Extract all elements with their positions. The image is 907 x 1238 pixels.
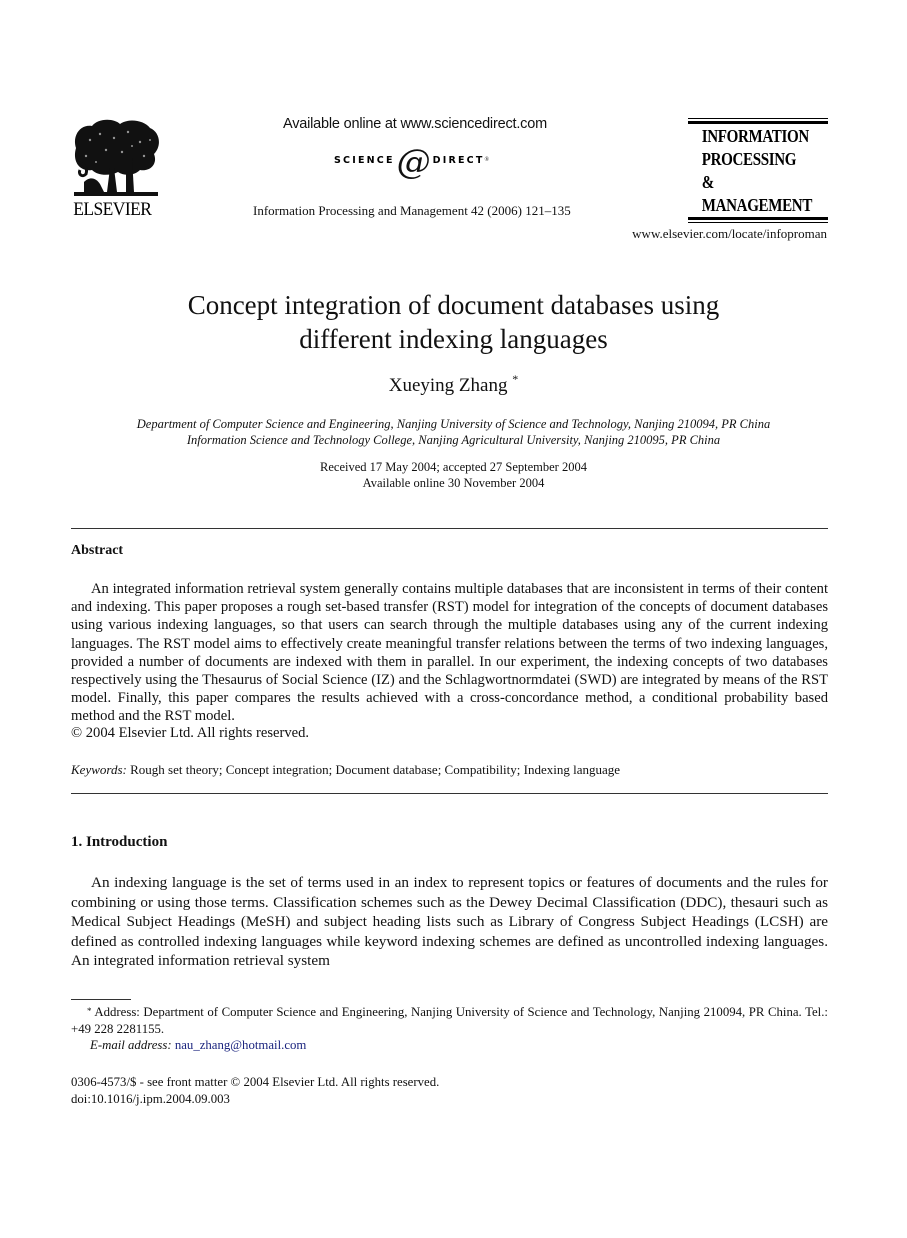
journal-logo-line: MANAGEMENT (701, 195, 813, 215)
affiliations: Department of Computer Science and Engin… (0, 416, 907, 448)
journal-logo-line: PROCESSING (701, 149, 797, 169)
journal-logo-line: & (701, 172, 715, 192)
sciencedirect-logo: SCIENCE @ DIRECT ® (334, 142, 490, 182)
footnote-divider (71, 999, 131, 1000)
online-date: Available online 30 November 2004 (362, 476, 545, 490)
journal-logo-line: INFORMATION (701, 126, 809, 146)
article-dates: Received 17 May 2004; accepted 27 Septem… (0, 459, 907, 491)
journal-citation: Information Processing and Management 42… (253, 203, 571, 218)
footnote-address: Address: Department of Computer Science … (71, 1005, 828, 1036)
footnote-marker: * (87, 1006, 92, 1016)
journal-logo: INFORMATION PROCESSING & MANAGEMENT (688, 118, 828, 223)
sciencedirect-at-icon: @ (396, 142, 431, 182)
title-line-2: different indexing languages (299, 324, 608, 354)
abstract-heading: Abstract (71, 543, 124, 558)
author-footnote: * Address: Department of Computer Scienc… (71, 1004, 828, 1038)
email-line: E-mail address: nau_zhang@hotmail.com (90, 1038, 306, 1053)
paper-title: Concept integration of document database… (0, 288, 907, 356)
email-link[interactable]: nau_zhang@hotmail.com (175, 1038, 307, 1052)
divider (71, 793, 828, 794)
introduction-heading: 1. Introduction (71, 834, 168, 850)
elsevier-wordmark: ELSEVIER (73, 199, 152, 220)
keywords: Keywords: Rough set theory; Concept inte… (71, 762, 620, 778)
author-footnote-marker[interactable]: * (512, 372, 518, 386)
journal-logo-rule-bottom (688, 217, 828, 223)
divider (71, 528, 828, 529)
available-online-text: Available online at www.sciencedirect.co… (283, 116, 547, 132)
title-line-1: Concept integration of document database… (187, 290, 720, 320)
received-accepted-date: Received 17 May 2004; accepted 27 Septem… (320, 460, 587, 474)
keywords-label: Keywords: (71, 762, 127, 777)
journal-url-link[interactable]: www.elsevier.com/locate/infoproman (632, 226, 827, 242)
keywords-list: Rough set theory; Concept integration; D… (130, 762, 621, 777)
author: Xueying Zhang * (0, 372, 907, 397)
email-label: E-mail address: (90, 1038, 172, 1052)
author-name: Xueying Zhang (388, 375, 508, 396)
abstract-copyright: © 2004 Elsevier Ltd. All rights reserved… (71, 725, 310, 741)
elsevier-tree-icon (74, 119, 159, 196)
abstract-text: An integrated information retrieval syst… (71, 581, 828, 725)
affiliation: Department of Computer Science and Engin… (136, 417, 771, 431)
sciencedirect-logo-left: SCIENCE (334, 154, 395, 166)
registered-mark: ® (484, 157, 490, 163)
issn-front-matter: 0306-4573/$ - see front matter © 2004 El… (71, 1075, 440, 1089)
elsevier-logo: ELSEVIER (70, 118, 162, 220)
introduction-text: An indexing language is the set of terms… (71, 874, 828, 969)
affiliation: Information Science and Technology Colle… (186, 433, 721, 447)
doi-link[interactable]: doi:10.1016/j.ipm.2004.09.003 (71, 1092, 230, 1107)
sciencedirect-logo-right: DIRECT (432, 154, 485, 166)
